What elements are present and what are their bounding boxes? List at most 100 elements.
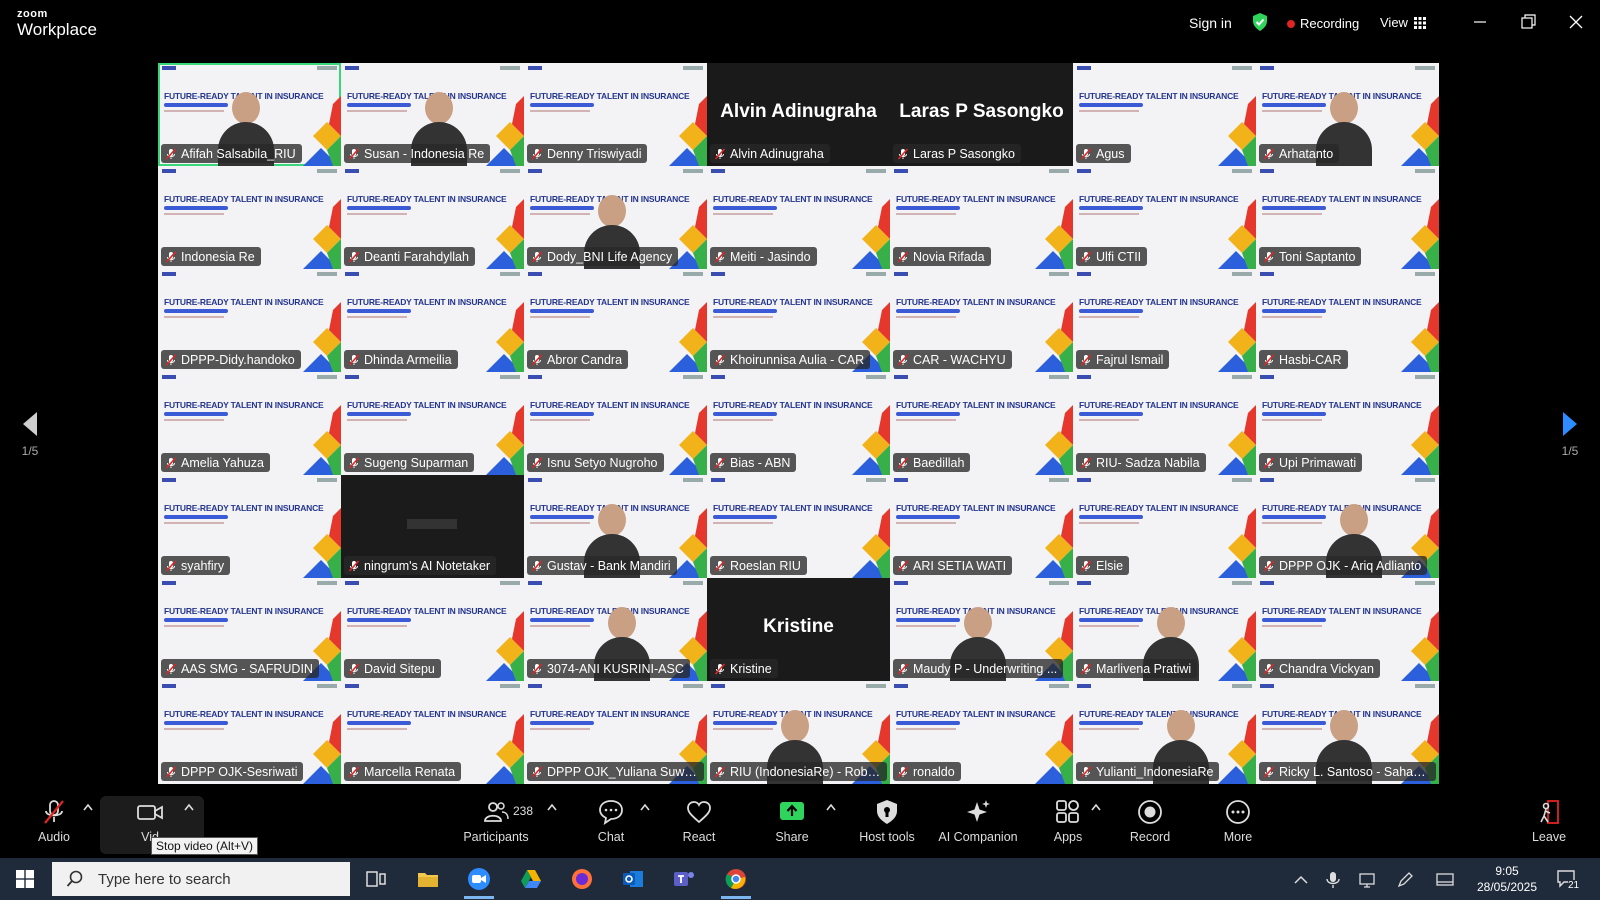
participant-tile[interactable]: FUTURE-READY TALENT IN INSURANCE Sugeng S… [341,372,524,475]
participant-nameplate: Susan - Indonesia Re [344,144,491,163]
participant-tile[interactable]: FUTURE-READY TALENT IN INSURANCEArhatant… [1256,63,1439,166]
participant-tile[interactable]: FUTURE-READY TALENT IN INSURANCE Susan - … [341,63,524,166]
mic-muted-icon [897,250,909,263]
participant-tile[interactable]: FUTURE-READY TALENT IN INSURANCE Meiti - … [707,166,890,269]
network-icon[interactable] [1358,871,1376,889]
participant-tile[interactable]: FUTURE-READY TALENT IN INSURANCE syahfiry [158,475,341,578]
participant-tile[interactable]: FUTURE-READY TALENT IN INSURANCE 3074-ANI… [524,578,707,681]
participant-name: Isnu Setyo Nugroho [547,455,658,470]
participant-tile[interactable]: Alvin Adinugraha Alvin Adinugraha [707,63,890,166]
mic-muted-icon [897,559,909,572]
participant-tile[interactable]: FUTURE-READY TALENT IN INSURANCE Dhinda A… [341,269,524,372]
participant-tile[interactable]: FUTURE-READY TALENT IN INSURANCEMaudy P … [890,578,1073,681]
ai-companion-button[interactable]: AI Companion [935,798,1021,854]
chrome-icon[interactable] [724,867,748,891]
microphone-icon[interactable] [1324,871,1342,889]
participants-options-chevron-up-icon[interactable] [546,802,558,812]
participant-tile[interactable]: FUTURE-READY TALENT IN INSURANCE Marliven… [1073,578,1256,681]
task-view-icon[interactable] [364,867,388,891]
participant-tile[interactable]: FUTURE-READY TALENT IN INSURANCE Isnu Set… [524,372,707,475]
participant-tile[interactable]: FUTURE-READY TALENT IN INSURANCE Indonesi… [158,166,341,269]
participant-tile[interactable]: FUTURE-READY TALENT IN INSURANCE DPPP OJK… [158,681,341,784]
audio-options-chevron-up-icon[interactable] [82,802,94,812]
participant-tile[interactable]: FUTURE-READY TALENT IN INSURANCERIU (Ind… [707,681,890,784]
chat-button[interactable]: Chat [595,798,627,854]
apps-options-chevron-up-icon[interactable] [1090,802,1102,812]
participant-tile[interactable]: FUTURE-READY TALENT IN INSURANCE Bias - A… [707,372,890,475]
previous-page-button[interactable]: 1/5 [10,410,50,458]
participant-tile[interactable]: Kristine Kristine [707,578,890,681]
participant-tile[interactable]: FUTURE-READY TALENT IN INSURANCE Deanti F… [341,166,524,269]
video-options-chevron-up-icon[interactable] [183,802,195,812]
participant-tile[interactable]: FUTURE-READY TALENT IN INSURANCE Roeslan … [707,475,890,578]
chat-options-chevron-up-icon[interactable] [639,802,651,812]
participant-tile[interactable]: FUTURE-READY TALENT IN INSURANCE Novia Ri… [890,166,1073,269]
shield-check-icon[interactable] [1251,12,1269,32]
participant-tile[interactable]: FUTURE-READY TALENT IN INSURANCE ARI SETI… [890,475,1073,578]
windows-start-icon[interactable] [16,870,34,888]
participant-tile[interactable]: FUTURE-READY TALENT IN INSURANCE DPPP-Did… [158,269,341,372]
participant-tile[interactable]: FUTURE-READY TALENT IN INSURANCE David Si… [341,578,524,681]
participant-tile[interactable]: FUTURE-READY TALENT IN INSURANCE Amelia Y… [158,372,341,475]
pen-icon[interactable] [1396,871,1414,889]
participant-tile[interactable]: Laras P Sasongko Laras P Sasongko [890,63,1073,166]
participant-tile[interactable]: FUTURE-READY TALENT IN INSURANCE Hasbi-CA… [1256,269,1439,372]
react-button[interactable]: React [681,798,717,854]
outlook-icon[interactable] [621,867,645,891]
record-button[interactable]: Record [1130,798,1170,854]
host-tools-button[interactable]: Host tools [855,798,919,854]
participant-tile[interactable]: FUTURE-READY TALENT IN INSURANCE Toni Sap… [1256,166,1439,269]
sign-in-button[interactable]: Sign in [1189,15,1232,31]
participant-tile[interactable]: FUTURE-READY TALENT IN INSURANCERicky L.… [1256,681,1439,784]
minimize-icon[interactable] [1470,12,1490,32]
recording-indicator[interactable]: Recording [1287,16,1359,31]
ai-companion-label: AI Companion [938,830,1018,844]
participant-tile[interactable]: FUTURE-READY TALENT IN INSURANCE Agus [1073,63,1256,166]
participant-tile[interactable]: FUTURE-READY TALENT IN INSURANCE Chandra … [1256,578,1439,681]
participant-tile[interactable]: FUTURE-READY TALENT IN INSURANCE AAS SMG … [158,578,341,681]
system-clock[interactable]: 9:05 28/05/2025 [1472,863,1542,895]
file-explorer-icon[interactable] [416,867,440,891]
firefox-icon[interactable] [570,867,594,891]
tray-chevron-up-icon[interactable] [1292,871,1310,889]
leave-button[interactable]: Leave [1531,798,1567,854]
teams-icon[interactable] [672,867,696,891]
slide-script-line [1079,625,1139,627]
participant-tile[interactable]: FUTURE-READY TALENT IN INSURANCE DPPP OJK… [1256,475,1439,578]
apps-button[interactable]: Apps [1052,798,1084,854]
participant-tile[interactable]: FUTURE-READY TALENT IN INSURANCE RIU- Sad… [1073,372,1256,475]
participant-tile[interactable]: FUTURE-READY TALENT IN INSURANCE Elsie [1073,475,1256,578]
view-button[interactable]: View [1380,15,1426,30]
participant-tile[interactable]: FUTURE-READY TALENT IN INSURANCE Ulfi CTI… [1073,166,1256,269]
zoom-app-icon[interactable] [467,867,491,891]
participant-tile[interactable]: FUTURE-READY TALENT IN INSURANCE CAR - WA… [890,269,1073,372]
participant-tile[interactable]: FUTURE-READY TALENT IN INSURANCE Baedilla… [890,372,1073,475]
taskbar-search-box[interactable]: Type here to search [52,862,350,896]
google-drive-icon[interactable] [519,867,543,891]
more-button[interactable]: More [1220,798,1256,854]
participant-tile[interactable]: FUTURE-READY TALENT IN INSURANCE Khoirunn… [707,269,890,372]
share-options-chevron-up-icon[interactable] [825,802,837,812]
slide-subtitle-bar [713,515,777,519]
participant-tile[interactable]: ningrum's AI Notetaker [341,475,524,578]
participant-tile[interactable]: FUTURE-READY TALENT IN INSURANCE Denny Tr… [524,63,707,166]
participant-tile[interactable]: FUTURE-READY TALENT IN INSURANCEGustav -… [524,475,707,578]
participant-tile[interactable]: FUTURE-READY TALENT IN INSURANCE Fajrul I… [1073,269,1256,372]
close-icon[interactable] [1566,12,1586,32]
next-page-button[interactable]: 1/5 [1550,410,1590,458]
participant-tile[interactable]: FUTURE-READY TALENT IN INSURANCEAfifah S… [158,63,341,166]
participant-tile[interactable]: FUTURE-READY TALENT IN INSURANCE DPPP OJK… [524,681,707,784]
audio-button[interactable]: Audio [36,798,72,854]
participant-tile[interactable]: FUTURE-READY TALENT IN INSURANCEDody_BNI… [524,166,707,269]
participant-tile[interactable]: FUTURE-READY TALENT IN INSURANCE Marcella… [341,681,524,784]
participant-nameplate: ronaldo [893,762,961,781]
slide-shapes-graphic [1218,96,1256,166]
participant-tile[interactable]: FUTURE-READY TALENT IN INSURANCE ronaldo [890,681,1073,784]
participant-tile[interactable]: FUTURE-READY TALENT IN INSURANCE Upi Prim… [1256,372,1439,475]
participant-tile[interactable]: FUTURE-READY TALENT IN INSURANCE Abror Ca… [524,269,707,372]
participant-tile[interactable]: FUTURE-READY TALENT IN INSURANCE Yulianti… [1073,681,1256,784]
restore-icon[interactable] [1518,12,1538,32]
display-icon[interactable] [1436,871,1454,889]
share-button[interactable]: Share [774,798,810,854]
slide-script-line [896,522,956,524]
